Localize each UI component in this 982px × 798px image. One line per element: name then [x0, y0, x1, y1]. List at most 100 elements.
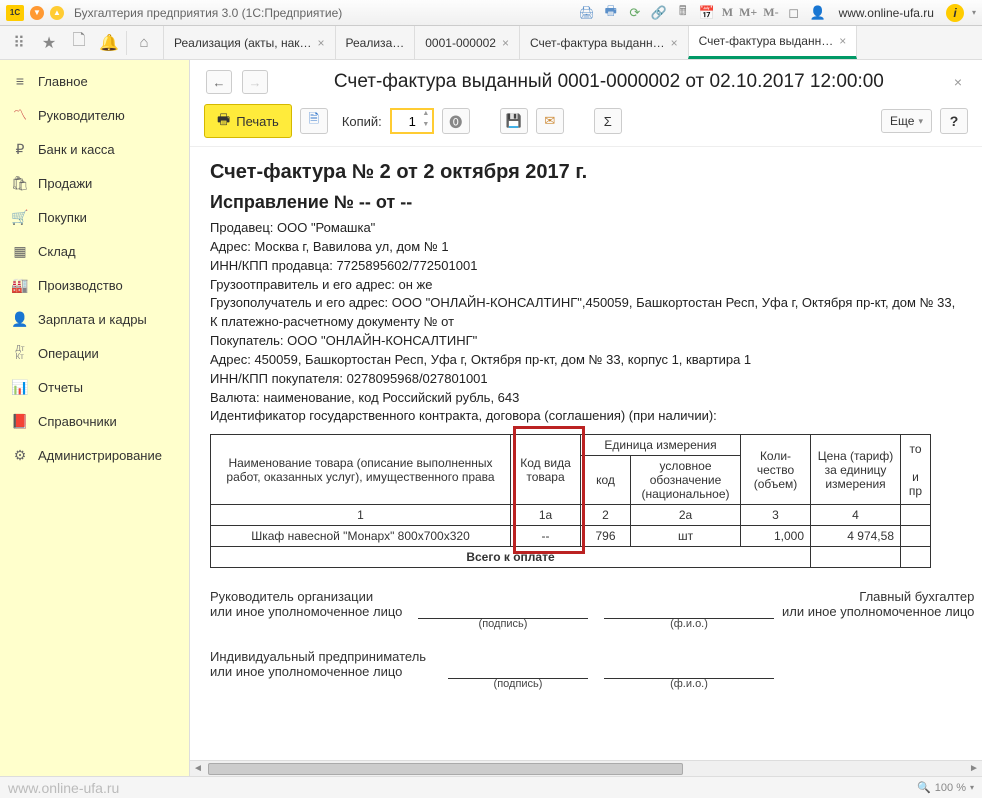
th-name: Наименование товара (описание выполненны… — [211, 435, 511, 505]
sign-ip-signature[interactable]: (подпись) — [448, 649, 588, 679]
copies-label: Копий: — [342, 114, 382, 129]
info-chevron-icon[interactable]: ▾ — [972, 8, 976, 17]
sidebar-item-bank[interactable]: ₽Банк и касса — [0, 132, 189, 166]
close-icon[interactable]: × — [502, 36, 509, 50]
tab-invoice-1[interactable]: Счет-фактура выданн…× — [519, 26, 688, 59]
sign-ip2-label: или иное уполномоченное лицо — [210, 664, 440, 679]
sign-ip-fio[interactable]: (ф.и.о.) — [604, 649, 774, 679]
close-icon[interactable]: × — [839, 34, 846, 48]
cell-code-type[interactable]: -- — [511, 526, 581, 547]
th-unit-code: код — [581, 456, 631, 505]
close-icon[interactable]: × — [318, 36, 325, 50]
sidebar-item-operations[interactable]: Дт КтОперации — [0, 336, 189, 370]
buyer-line: Покупатель: ООО "ОНЛАЙН-КОНСАЛТИНГ" — [210, 332, 962, 351]
m-icon[interactable]: M — [722, 5, 733, 20]
more-button[interactable]: Еще▾ — [881, 109, 932, 133]
calc-icon[interactable]: 🖩 — [674, 4, 692, 22]
cell-unit-code[interactable]: 796 — [581, 526, 631, 547]
horizontal-scrollbar[interactable]: ◄ ► — [190, 760, 982, 776]
scroll-right-icon[interactable]: ► — [966, 763, 982, 774]
scroll-left-icon[interactable]: ◄ — [190, 763, 206, 774]
sidebar-item-purchases[interactable]: 🛒Покупки — [0, 200, 189, 234]
close-icon[interactable]: × — [671, 36, 678, 50]
user-icon[interactable]: 👤 — [809, 4, 827, 22]
colnum-1: 1 — [211, 505, 511, 526]
sign-head-signature[interactable]: (подпись) — [418, 589, 588, 619]
save-button[interactable]: 💾 — [500, 108, 528, 134]
clipboard-icon[interactable]: 🗋 — [64, 28, 94, 58]
sidebar-item-main[interactable]: ≡Главное — [0, 64, 189, 98]
th-unit: Единица измерения — [581, 435, 741, 456]
tab-invoice-2[interactable]: Счет-фактура выданн…× — [688, 26, 858, 59]
sign-head2-label: или иное уполномоченное лицо — [210, 604, 410, 619]
cell-unit-name[interactable]: шт — [631, 526, 741, 547]
mail-button[interactable]: ✉ — [536, 108, 564, 134]
chevron-down-icon[interactable]: ▾ — [970, 783, 974, 792]
zero-button[interactable]: ⓿ — [442, 108, 470, 134]
statusbar: www.online-ufa.ru 🔍 100 % ▾ — [0, 776, 982, 798]
seller-addr-line: Адрес: Москва г, Вавилова ул, дом № 1 — [210, 238, 962, 257]
spin-up-icon[interactable]: ▲ — [420, 110, 432, 121]
info-icon[interactable]: i — [946, 4, 964, 22]
refresh-icon[interactable]: ⟳ — [626, 4, 644, 22]
titlebar: 1C ▼ ▲ Бухгалтерия предприятия 3.0 (1С:П… — [0, 0, 982, 26]
list-icon: ≡ — [12, 73, 28, 89]
colnum-4: 4 — [811, 505, 901, 526]
tab-realizatsiya-1[interactable]: Реализация (акты, нак…× — [163, 26, 335, 59]
printer-icon[interactable]: 🖶 — [602, 4, 620, 22]
app-title: Бухгалтерия предприятия 3.0 (1С:Предприя… — [74, 6, 342, 20]
home-icon[interactable]: ⌂ — [129, 28, 159, 58]
nav-back-button[interactable]: ← — [206, 70, 232, 94]
calendar-icon[interactable]: 📅 — [698, 4, 716, 22]
cell-price[interactable]: 4 974,58 — [811, 526, 901, 547]
mplus-icon[interactable]: M+ — [739, 5, 757, 20]
sum-button[interactable]: Σ — [594, 108, 622, 134]
history-back-icon[interactable]: ▼ — [30, 6, 44, 20]
sign-block-ip: Индивидуальный предприниматель или иное … — [210, 649, 962, 679]
chart-icon: 〽 — [12, 107, 28, 123]
cell-blank[interactable] — [901, 526, 931, 547]
bell-icon[interactable]: 🔔 — [94, 28, 124, 58]
sidebar-item-salary[interactable]: 👤Зарплата и кадры — [0, 302, 189, 336]
sidebar-item-admin[interactable]: ⚙Администрирование — [0, 438, 189, 472]
star-icon[interactable]: ★ — [34, 28, 64, 58]
bag-icon: 🛍 — [12, 175, 28, 191]
seller-line: Продавец: ООО "Ромашка" — [210, 219, 962, 238]
sidebar-item-reports[interactable]: 📊Отчеты — [0, 370, 189, 404]
close-document-icon[interactable]: × — [950, 70, 966, 94]
tab-realizatsiya-2[interactable]: Реализа… — [335, 26, 415, 59]
apps-icon[interactable]: ⠿ — [4, 28, 34, 58]
zoom-control[interactable]: 🔍 100 % ▾ — [917, 781, 974, 794]
sidebar-item-references[interactable]: 📕Справочники — [0, 404, 189, 438]
titlebar-tools: 🖨 🖶 ⟳ 🔗 🖩 📅 M M+ M- ◻ 👤 www.online-ufa.r… — [578, 4, 976, 22]
print-button[interactable]: 🖶Печать — [204, 104, 292, 138]
grid-icon: ▦ — [12, 243, 28, 259]
th-price: Цена (тариф) за единицу измерения — [811, 435, 901, 505]
mminus-icon[interactable]: M- — [763, 5, 778, 20]
person-icon: 👤 — [12, 311, 28, 327]
invoice-subtitle: Исправление № -- от -- — [210, 192, 962, 213]
spin-down-icon[interactable]: ▼ — [420, 121, 432, 132]
cell-qty[interactable]: 1,000 — [741, 526, 811, 547]
sidebar-item-sales[interactable]: 🛍Продажи — [0, 166, 189, 200]
sign-head-fio[interactable]: (ф.и.о.) — [604, 589, 774, 619]
sidebar-item-manager[interactable]: 〽Руководителю — [0, 98, 189, 132]
th-cost: тои пр — [901, 435, 931, 505]
print-icon[interactable]: 🖨 — [578, 4, 596, 22]
sidebar-item-production[interactable]: 🏭Производство — [0, 268, 189, 302]
window-icon[interactable]: ◻ — [785, 4, 803, 22]
help-button[interactable]: ? — [940, 108, 968, 134]
history-fwd-icon[interactable]: ▲ — [50, 6, 64, 20]
main-toolbar: ⠿ ★ 🗋 🔔 ⌂ Реализация (акты, нак…× Реализ… — [0, 26, 982, 60]
cell-name[interactable]: Шкаф навесной "Монарх" 800x700x320 — [211, 526, 511, 547]
tab-0001-000002[interactable]: 0001-000002× — [414, 26, 519, 59]
zoom-icon: 🔍 — [917, 781, 931, 794]
zoom-value: 100 % — [935, 782, 966, 794]
total-price — [811, 547, 901, 568]
nav-fwd-button[interactable]: → — [242, 70, 268, 94]
preview-button[interactable]: 🗎 — [300, 108, 328, 134]
link-icon[interactable]: 🔗 — [650, 4, 668, 22]
scroll-thumb[interactable] — [208, 763, 683, 775]
sidebar-item-warehouse[interactable]: ▦Склад — [0, 234, 189, 268]
url-label: www.online-ufa.ru — [839, 6, 934, 20]
